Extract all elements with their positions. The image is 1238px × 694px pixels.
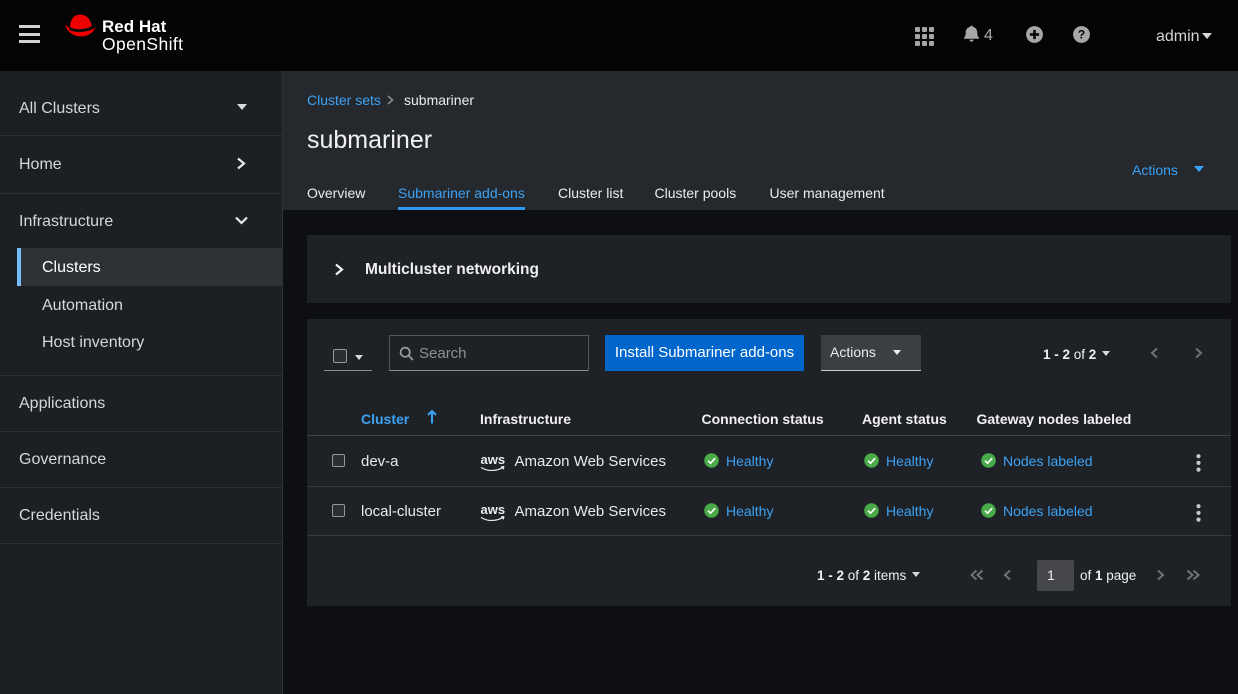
svg-text:aws: aws xyxy=(481,503,506,517)
svg-text:?: ? xyxy=(1078,27,1085,41)
svg-text:aws: aws xyxy=(481,453,506,467)
